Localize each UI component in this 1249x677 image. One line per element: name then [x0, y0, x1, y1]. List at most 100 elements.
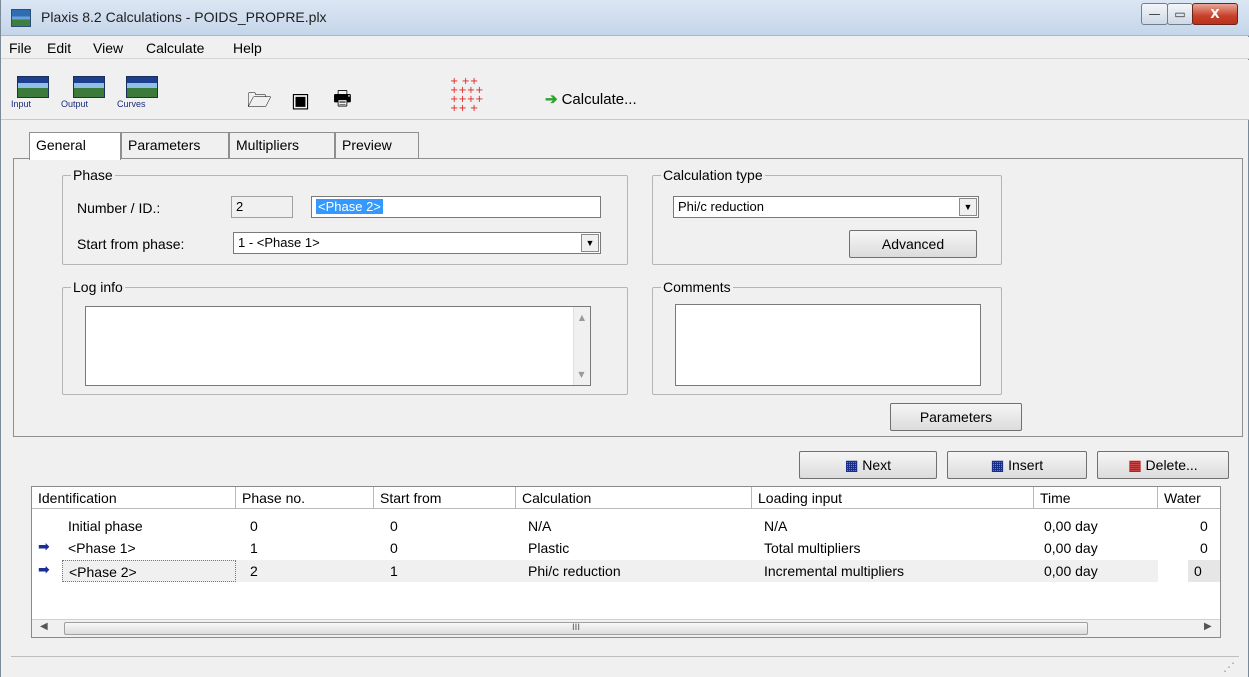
start-from-phase-value: 1 - <Phase 1>: [238, 235, 320, 250]
close-button[interactable]: X: [1192, 3, 1238, 25]
menu-calculate[interactable]: Calculate: [146, 40, 204, 56]
menu-edit[interactable]: Edit: [47, 40, 71, 56]
column-identification[interactable]: Identification: [32, 487, 236, 509]
title-bar[interactable]: Plaxis 8.2 Calculations - POIDS_PROPRE.p…: [1, 0, 1249, 36]
table-row[interactable]: Initial phase 0 0 N/A N/A 0,00 day 0: [32, 515, 1220, 537]
curves-program-button[interactable]: Curves: [117, 76, 167, 109]
insert-button[interactable]: ▦ Insert: [947, 451, 1087, 479]
cell-water: 0: [1200, 540, 1208, 556]
column-start-from[interactable]: Start from: [374, 487, 516, 509]
chevron-down-icon[interactable]: ▼: [959, 198, 977, 216]
cell-phase-no: 2: [236, 560, 374, 582]
parameters-button[interactable]: Parameters: [890, 403, 1022, 431]
cell-start-from: 1: [374, 560, 516, 582]
general-tab-panel: Phase Number / ID.: 2 <Phase 2> Start fr…: [13, 158, 1243, 437]
scroll-right-icon[interactable]: ▶: [1204, 621, 1212, 632]
insert-label: Insert: [1008, 457, 1044, 473]
calculation-type-value: Phi/c reduction: [678, 199, 764, 214]
scrollbar-thumb[interactable]: III: [64, 622, 1088, 635]
comments-legend: Comments: [661, 279, 733, 295]
menu-file[interactable]: File: [9, 40, 32, 56]
menu-bar: File Edit View Calculate Help: [1, 37, 1249, 59]
input-program-button[interactable]: Input: [11, 76, 55, 109]
main-window: Plaxis 8.2 Calculations - POIDS_PROPRE.p…: [0, 0, 1249, 677]
curves-label: Curves: [117, 99, 146, 109]
parameters-button-label: Parameters: [919, 409, 993, 425]
log-info-scrollbar[interactable]: ▲ ▼: [573, 307, 590, 385]
scroll-down-icon[interactable]: ▼: [574, 370, 589, 379]
calculate-label: Calculate...: [561, 91, 637, 108]
cell-calculation: Phi/c reduction: [516, 560, 752, 582]
phase-number-field: 2: [231, 196, 293, 218]
column-loading-input[interactable]: Loading input: [752, 487, 1034, 509]
scroll-left-icon[interactable]: ◀: [40, 621, 48, 632]
calculate-arrow-icon: ➔: [545, 91, 558, 108]
input-label: Input: [11, 99, 32, 109]
cell-identification: <Phase 1>: [68, 540, 136, 556]
column-calculation[interactable]: Calculation: [516, 487, 752, 509]
delete-phase-icon: ▦: [1128, 457, 1142, 473]
column-water[interactable]: Water: [1158, 487, 1220, 509]
cell-loading-input: N/A: [764, 518, 788, 534]
calculation-type-group: Calculation type Phi/c reduction ▼ Advan…: [652, 167, 1002, 265]
output-label: Output: [61, 99, 89, 109]
tab-preview[interactable]: Preview: [335, 132, 419, 158]
curves-icon: [126, 76, 158, 98]
menu-help[interactable]: Help: [233, 40, 262, 56]
floppy-disk-icon[interactable]: ▣: [291, 90, 310, 110]
folder-open-icon[interactable]: 🗁: [247, 90, 272, 110]
cell-water: 0: [1200, 518, 1208, 534]
table-horizontal-scrollbar[interactable]: ◀ III ▶: [32, 619, 1220, 637]
output-program-button[interactable]: Output: [61, 76, 117, 109]
scroll-up-icon[interactable]: ▲: [574, 313, 590, 322]
advanced-button[interactable]: Advanced: [849, 230, 977, 258]
table-row[interactable]: ➡ <Phase 1> 1 0 Plastic Total multiplier…: [32, 537, 1220, 559]
window-title: Plaxis 8.2 Calculations - POIDS_PROPRE.p…: [41, 9, 327, 25]
menu-view[interactable]: View: [93, 40, 123, 56]
tab-general[interactable]: General: [29, 132, 121, 160]
calculate-button[interactable]: ➔ Calculate...: [545, 90, 637, 108]
phase-id-field[interactable]: <Phase 2>: [311, 196, 601, 218]
log-info-group: Log info ▲ ▼: [62, 279, 628, 395]
chevron-down-icon[interactable]: ▼: [581, 234, 599, 252]
comments-textarea[interactable]: [675, 304, 981, 386]
column-time[interactable]: Time: [1034, 487, 1158, 509]
resize-grip-icon[interactable]: ⋰: [1223, 660, 1235, 674]
log-info-legend: Log info: [71, 279, 125, 295]
calculation-type-dropdown[interactable]: Phi/c reduction ▼: [673, 196, 979, 218]
column-phase-no[interactable]: Phase no.: [236, 487, 374, 509]
cell-calculation: N/A: [528, 518, 552, 534]
tab-parameters[interactable]: Parameters: [121, 132, 229, 158]
tab-general-label: General: [36, 137, 86, 153]
delete-label: Delete...: [1145, 457, 1198, 473]
table-header: Identification Phase no. Start from Calc…: [32, 487, 1220, 509]
current-phase-arrow-icon: ➡: [38, 562, 50, 578]
cell-loading-input: Total multipliers: [764, 540, 861, 556]
input-icon: [17, 76, 49, 98]
maximize-button[interactable]: ▭: [1167, 3, 1193, 25]
phase-number-label: Number / ID.:: [77, 200, 161, 216]
select-points-icon[interactable]: + ++ ++++ ++++ ++ +: [447, 74, 501, 114]
plaxis-app-icon: [11, 9, 31, 27]
delete-button[interactable]: ▦ Delete...: [1097, 451, 1229, 479]
calculation-type-legend: Calculation type: [661, 167, 765, 183]
phase-id-value: <Phase 2>: [316, 199, 383, 214]
printer-icon[interactable]: 🖶: [333, 88, 352, 108]
tab-parameters-label: Parameters: [128, 137, 201, 153]
start-from-phase-dropdown[interactable]: 1 - <Phase 1> ▼: [233, 232, 601, 254]
cell-start-from: 0: [390, 518, 398, 534]
cell-loading-input: Incremental multipliers: [752, 560, 1034, 582]
cell-time: 0,00 day: [1044, 518, 1098, 534]
cell-time: 0,00 day: [1034, 560, 1158, 582]
output-icon: [73, 76, 105, 98]
svg-text:++ +: ++ +: [450, 103, 478, 114]
next-phase-icon: ▦: [844, 457, 859, 473]
cell-phase-no: 0: [250, 518, 258, 534]
table-row[interactable]: ➡ <Phase 2> 2 1 Phi/c reduction Incremen…: [32, 560, 1220, 582]
minimize-button[interactable]: —: [1141, 3, 1168, 25]
next-button[interactable]: ▦ Next: [799, 451, 937, 479]
status-bar: ⋰: [11, 656, 1239, 676]
cell-start-from: 0: [390, 540, 398, 556]
tab-multipliers[interactable]: Multipliers: [229, 132, 335, 158]
log-info-textarea[interactable]: ▲ ▼: [85, 306, 591, 386]
